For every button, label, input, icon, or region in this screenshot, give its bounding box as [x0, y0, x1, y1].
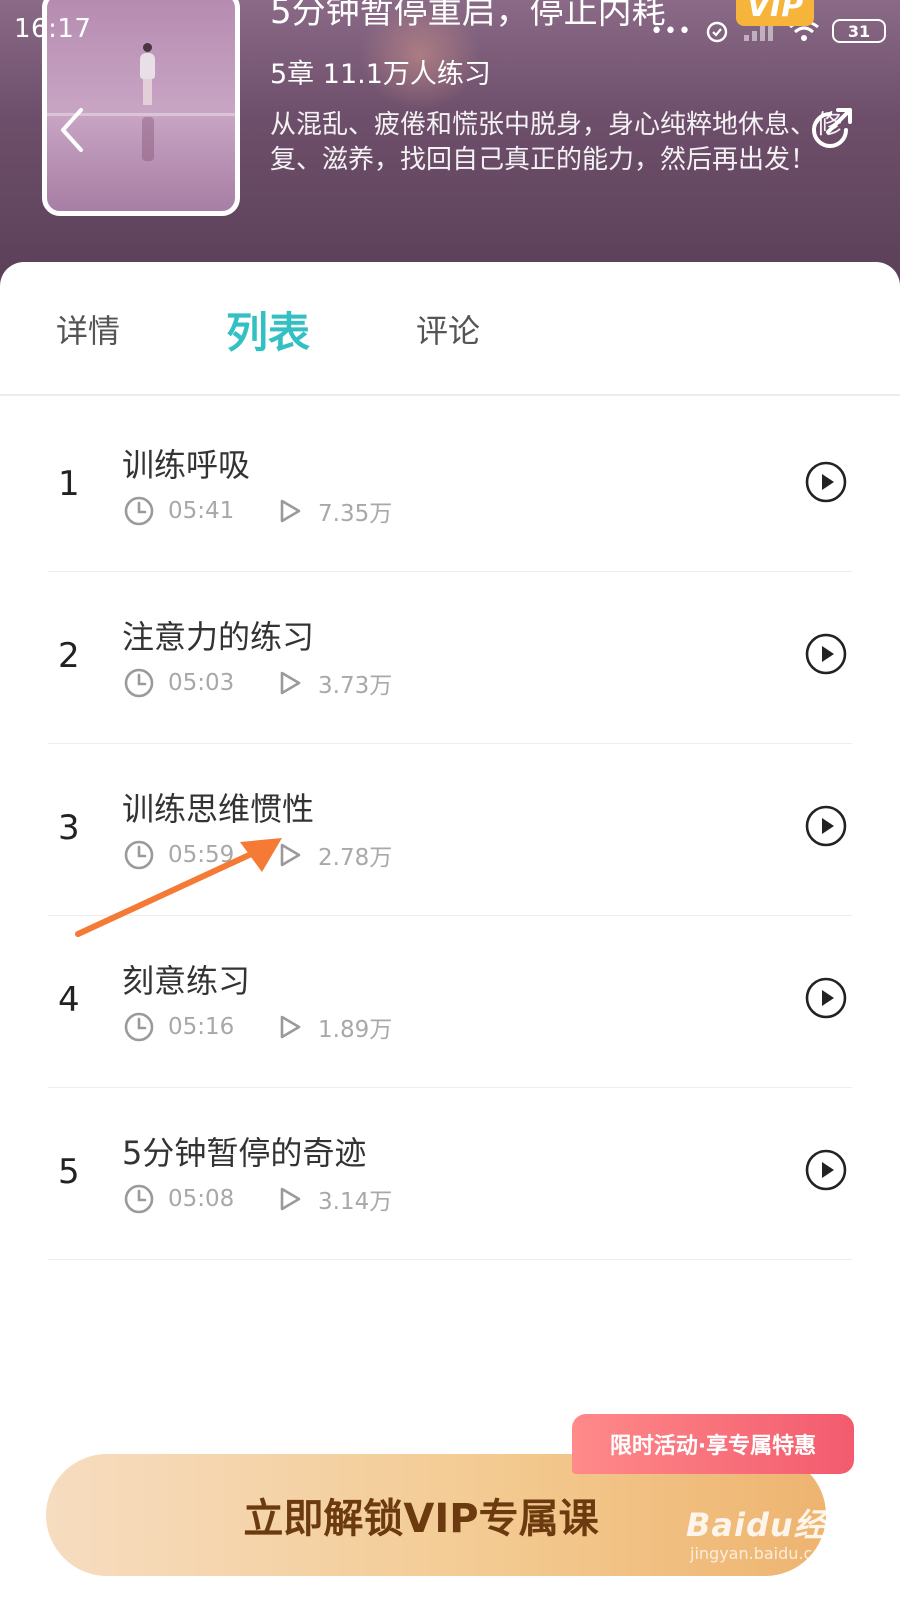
watermark: Baidu经验 jingyan.baidu.com [686, 1500, 860, 1563]
play-circle-icon[interactable] [804, 1148, 848, 1192]
lesson-meta: 05:41 7.35万 [122, 494, 392, 528]
lesson-title: 注意力的练习 [122, 618, 315, 656]
watermark-logo: Baidu经验 [686, 1506, 860, 1544]
annotation-arrow-icon [75, 838, 282, 937]
battery-indicator: 31 [832, 19, 886, 43]
lesson-title: 训练呼吸 [122, 446, 251, 484]
clock-icon [124, 1184, 154, 1214]
clock-icon [124, 1012, 154, 1042]
lesson-duration: 05:16 [168, 1014, 235, 1040]
lesson-row[interactable]: 5 5分钟暂停的奇迹 05:08 3.14万 [0, 1084, 900, 1260]
lesson-title: 5分钟暂停的奇迹 [122, 1134, 367, 1172]
status-time: 16:17 [14, 14, 92, 44]
lesson-meta: 05:08 3.14万 [122, 1182, 392, 1216]
clock-icon [124, 496, 154, 526]
play-circle-icon[interactable] [804, 976, 848, 1020]
lesson-plays: 3.73万 [318, 673, 393, 699]
alarm-icon [706, 21, 728, 43]
cover-figure [137, 43, 157, 161]
lesson-row[interactable]: 2 注意力的练习 05:03 3.73万 [0, 568, 900, 744]
lesson-number: 1 [58, 464, 80, 504]
play-count-icon [280, 1015, 301, 1039]
lesson-meta: 05:03 3.73万 [122, 666, 392, 700]
unlock-vip-label: 立即解锁VIP专属课 [243, 1496, 599, 1542]
course-meta: 5章 11.1万人练习 [270, 59, 491, 90]
tab-detail[interactable]: 详情 [56, 262, 120, 396]
play-count-icon [280, 1187, 301, 1211]
tab-list[interactable]: 列表 [226, 262, 310, 396]
lesson-duration: 05:03 [168, 670, 235, 696]
course-header: 16:17 ••• 31 5分钟暂停重启，停止内耗 VIP 5章 11.1万人练… [0, 0, 900, 290]
lesson-row[interactable]: 1 训练呼吸 05:41 7.35万 [0, 396, 900, 572]
play-circle-icon[interactable] [804, 460, 848, 504]
lesson-number: 4 [58, 980, 80, 1020]
lesson-plays: 1.89万 [318, 1017, 393, 1043]
tab-comment[interactable]: 评论 [416, 262, 480, 396]
play-circle-icon[interactable] [804, 804, 848, 848]
back-button[interactable] [52, 100, 92, 160]
course-description: 从混乱、疲倦和慌张中脱身，身心纯粹地休息、修复、滋养，找回自己真正的能力，然后再… [270, 110, 843, 175]
play-count-icon [280, 671, 301, 695]
clock-icon [124, 668, 154, 698]
back-icon [61, 108, 83, 152]
play-circle-icon[interactable] [804, 632, 848, 676]
vip-badge: VIP [736, 0, 814, 26]
lesson-plays: 7.35万 [318, 501, 393, 527]
watermark-url: jingyan.baidu.com [690, 1544, 838, 1563]
lesson-duration: 05:41 [168, 498, 235, 524]
lesson-duration: 05:08 [168, 1186, 235, 1212]
lesson-number: 5 [58, 1152, 80, 1192]
divider [48, 1259, 852, 1260]
tab-bar: 详情 列表 评论 [0, 262, 900, 396]
lesson-title: 刻意练习 [122, 962, 251, 1000]
lesson-plays: 3.14万 [318, 1189, 393, 1215]
lesson-meta: 05:16 1.89万 [122, 1010, 392, 1044]
lesson-plays: 2.78万 [318, 845, 393, 871]
promo-tag: 限时活动·享专属特惠 [572, 1414, 854, 1474]
play-count-icon [280, 499, 301, 523]
course-title: 5分钟暂停重启，停止内耗 [270, 0, 666, 32]
lesson-number: 2 [58, 636, 80, 676]
